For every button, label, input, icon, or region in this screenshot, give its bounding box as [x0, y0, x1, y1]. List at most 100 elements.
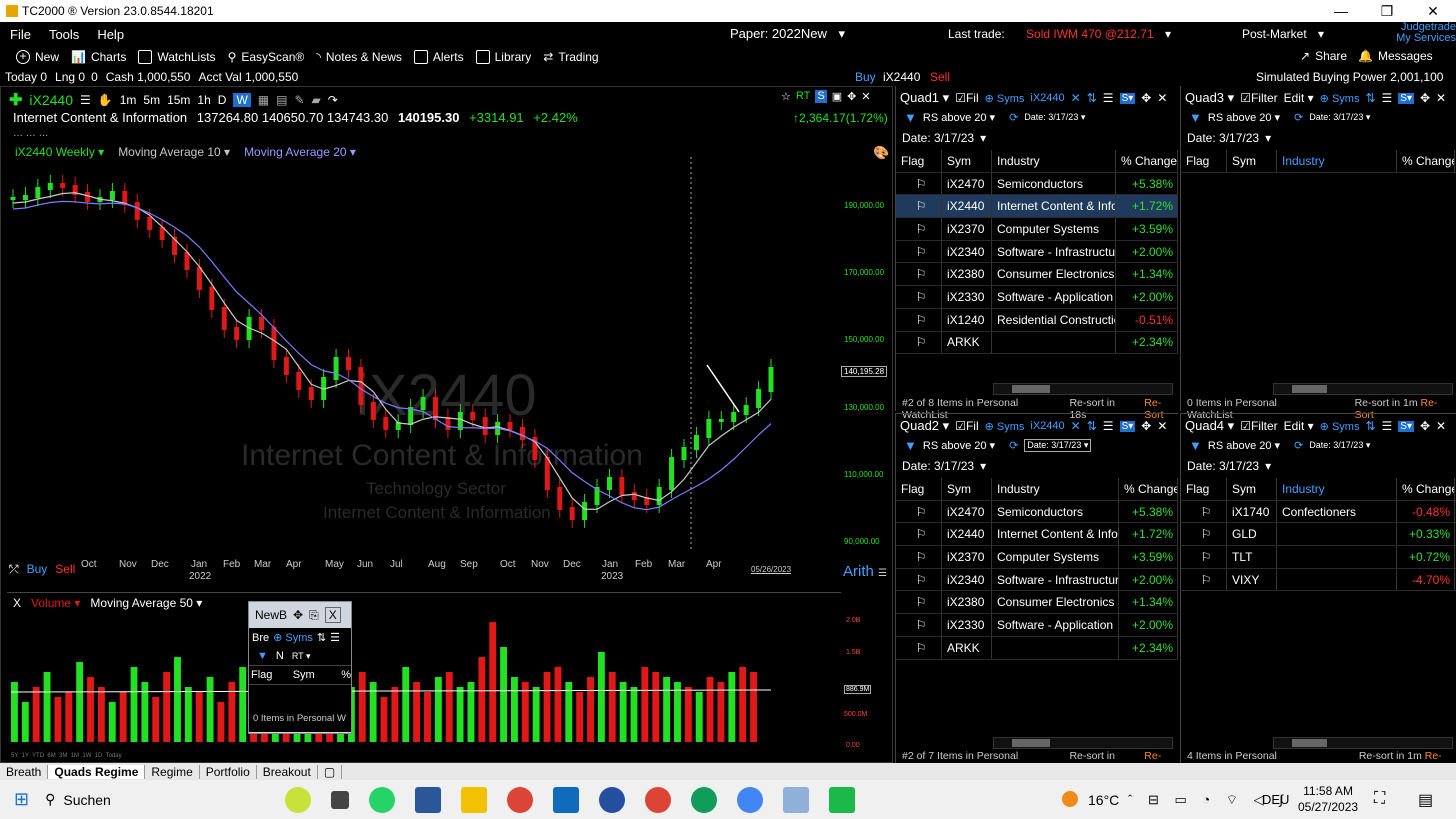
timeframe-5m[interactable]: 5m — [143, 93, 160, 107]
quad1-selector[interactable]: Quad1 ▾ — [900, 90, 949, 106]
chrome-profile-icon[interactable] — [645, 786, 672, 813]
q4-col-change[interactable]: % Change — [1397, 478, 1455, 500]
quad3-filter[interactable]: RS above 20 ▾ — [1208, 111, 1280, 124]
price-chart[interactable] — [1, 157, 894, 587]
minimize-button[interactable]: — — [1318, 0, 1364, 22]
flag-icon[interactable]: ⚐ — [1181, 523, 1227, 546]
timeframe-d[interactable]: D — [218, 93, 227, 107]
flag-icon[interactable]: ⚐ — [896, 614, 942, 636]
quad1-date-button[interactable]: Date: 3/17/23 ▾ — [1024, 112, 1085, 123]
quad4-filter[interactable]: RS above 20 ▾ — [1208, 439, 1280, 452]
table-row[interactable]: ⚐ iX2380 Consumer Electronics +1.34% — [896, 263, 1178, 287]
q1-col-flag[interactable]: Flag — [896, 150, 942, 172]
flag-icon[interactable]: ⚐ — [896, 218, 942, 240]
quad4-scrollbar[interactable] — [1273, 737, 1453, 749]
flag-icon[interactable]: ⚐ — [1181, 500, 1227, 523]
quad4-close-icon[interactable]: ✕ — [1436, 419, 1446, 433]
quad3-scrollbar[interactable] — [1273, 383, 1453, 395]
hand-icon[interactable]: ✋ — [98, 93, 113, 107]
quad2-selector[interactable]: Quad2 ▾ — [900, 418, 949, 434]
mini-col-sym[interactable]: Sym — [293, 669, 342, 681]
new-button[interactable]: + New — [16, 50, 59, 64]
quad4-s-icon[interactable]: S▾ — [1398, 420, 1414, 432]
my-services-link[interactable]: My Services — [1396, 33, 1456, 44]
table-row[interactable]: ⚐ iX2380 Consumer Electronics +1.34% — [896, 591, 1178, 615]
flag-icon[interactable]: ⚐ — [896, 308, 942, 331]
mini-menu-icon[interactable]: ☰ — [330, 631, 340, 644]
chrome-profile-3-icon[interactable] — [737, 786, 764, 813]
timeframe-w[interactable]: W — [233, 93, 251, 107]
flag-icon[interactable]: ⚐ — [896, 591, 942, 614]
range-buttons[interactable]: 5Y 1Y YTD 6M 3M 1M 1W 1D Today — [11, 753, 122, 759]
flag-icon[interactable]: ⚐ — [1181, 568, 1227, 591]
q4-col-industry[interactable]: Industry — [1277, 478, 1397, 500]
volume-close-icon[interactable]: X — [13, 596, 21, 610]
quad3-s-icon[interactable]: S▾ — [1398, 92, 1414, 104]
mini-close-icon[interactable]: X — [324, 607, 341, 623]
quad1-date[interactable]: Date: 3/17/23 ▾ — [902, 131, 986, 145]
clock[interactable]: 11:58 AM 05/27/2023 — [1298, 783, 1358, 815]
quad2-syms[interactable]: ⊕ Syms — [985, 420, 1025, 433]
menu-help[interactable]: Help — [97, 27, 124, 42]
tab-regime[interactable]: Regime — [145, 764, 200, 779]
q2-col-change[interactable]: % Change — [1119, 478, 1178, 500]
tab-breath[interactable]: Breath — [0, 764, 49, 779]
pencil-icon[interactable]: ✎ — [294, 93, 304, 107]
outlook-calendar-icon[interactable] — [415, 786, 442, 813]
redo-icon[interactable]: ↷ — [328, 93, 338, 107]
chrome-profile-2-icon[interactable] — [691, 786, 718, 813]
s-icon[interactable]: S — [815, 90, 827, 103]
mini-filter[interactable]: N — [276, 650, 284, 662]
quad2-date-button[interactable]: Date: 3/17/23 ▾ — [1024, 439, 1092, 452]
rt-icon[interactable]: RT — [796, 90, 810, 103]
status-sell-button[interactable]: Sell — [930, 70, 950, 84]
tab-breakout[interactable]: Breakout — [257, 764, 318, 779]
chart-close-icon[interactable]: ✕ — [861, 90, 870, 103]
task-view-icon[interactable] — [331, 790, 350, 809]
new-tab-icon[interactable]: ▢ — [318, 764, 343, 779]
flag-icon[interactable]: ⚐ — [896, 523, 942, 546]
quad4-date[interactable]: Date: 3/17/23 ▾ — [1187, 459, 1271, 473]
mini-sort-icon[interactable]: ⇅ — [317, 631, 326, 644]
table-row[interactable]: ⚐ iX1740 Confectioners -0.48% — [1181, 500, 1456, 524]
quad1-s-icon[interactable]: S▾ — [1119, 92, 1136, 104]
tc2000-taskbar-icon[interactable] — [829, 786, 856, 813]
timeframe-1m[interactable]: 1m — [120, 93, 137, 107]
quad2-filter[interactable]: RS above 20 ▾ — [923, 439, 995, 452]
quad3-filter-icon[interactable]: ▼ — [1189, 110, 1202, 125]
folder-icon[interactable]: ▰ — [312, 93, 321, 107]
quad2-move-icon[interactable]: ✥ — [1141, 419, 1151, 433]
alerts-button[interactable]: Alerts — [413, 50, 464, 64]
table-row[interactable]: ⚐ iX2440 Internet Content & Info +1.72% — [896, 195, 1178, 219]
quad2-close-icon[interactable]: ✕ — [1157, 419, 1167, 433]
quad3-sort-icon[interactable]: ⇅ — [1365, 91, 1375, 105]
easyscan-button[interactable]: ⚲ EasyScan® — [228, 50, 305, 64]
share-button[interactable]: ↗ Share — [1300, 49, 1347, 63]
table-row[interactable]: ⚐ ARKK +2.34% — [896, 636, 1178, 660]
quad1-refresh-icon[interactable]: ⟳ — [1009, 111, 1018, 124]
menu-file[interactable]: File — [10, 27, 31, 42]
quad3-date-button[interactable]: Date: 3/17/23 ▾ — [1309, 112, 1370, 123]
star-icon[interactable]: ☆ — [781, 90, 791, 103]
mini-syms[interactable]: ⊕ Syms — [273, 631, 313, 644]
quad1-fil-check[interactable]: ☑Fil — [955, 91, 978, 105]
mini-col-pct[interactable]: % — [341, 669, 351, 681]
quad3-menu-icon[interactable]: ☰ — [1382, 91, 1393, 105]
flag-icon[interactable]: ⚐ — [896, 172, 942, 195]
table-row[interactable]: ⚐ iX2370 Computer Systems +3.59% — [896, 218, 1178, 241]
mini-rt[interactable]: RT ▾ — [292, 651, 311, 662]
table-row[interactable]: ⚐ iX2470 Semiconductors +5.38% — [896, 172, 1178, 196]
notes-news-button[interactable]: ◝ Notes & News — [316, 50, 402, 64]
table-row[interactable]: ⚐ iX2470 Semiconductors +5.38% — [896, 500, 1178, 524]
flag-icon[interactable]: ⚐ — [896, 195, 942, 218]
volume-chart[interactable] — [1, 612, 841, 750]
table-row[interactable]: ⚐ VIXY -4.70% — [1181, 568, 1456, 592]
maximize-button[interactable]: ❐ — [1364, 0, 1410, 22]
quad1-menu-icon[interactable]: ☰ — [1103, 91, 1114, 105]
table-row[interactable]: ⚐ iX2330 Software - Application +2.00% — [896, 614, 1178, 637]
mini-titlebar[interactable]: NewB ✥ ⎘ X — [249, 602, 351, 628]
floating-watchlist-window[interactable]: NewB ✥ ⎘ X Bre ⊕ Syms ⇅ ☰ ▼ N RT ▾ Flag … — [248, 601, 352, 734]
arrow-annotation[interactable] — [706, 364, 740, 413]
chart-sell-button[interactable]: Sell — [55, 562, 75, 577]
quad1-filter[interactable]: RS above 20 ▾ — [923, 111, 995, 124]
